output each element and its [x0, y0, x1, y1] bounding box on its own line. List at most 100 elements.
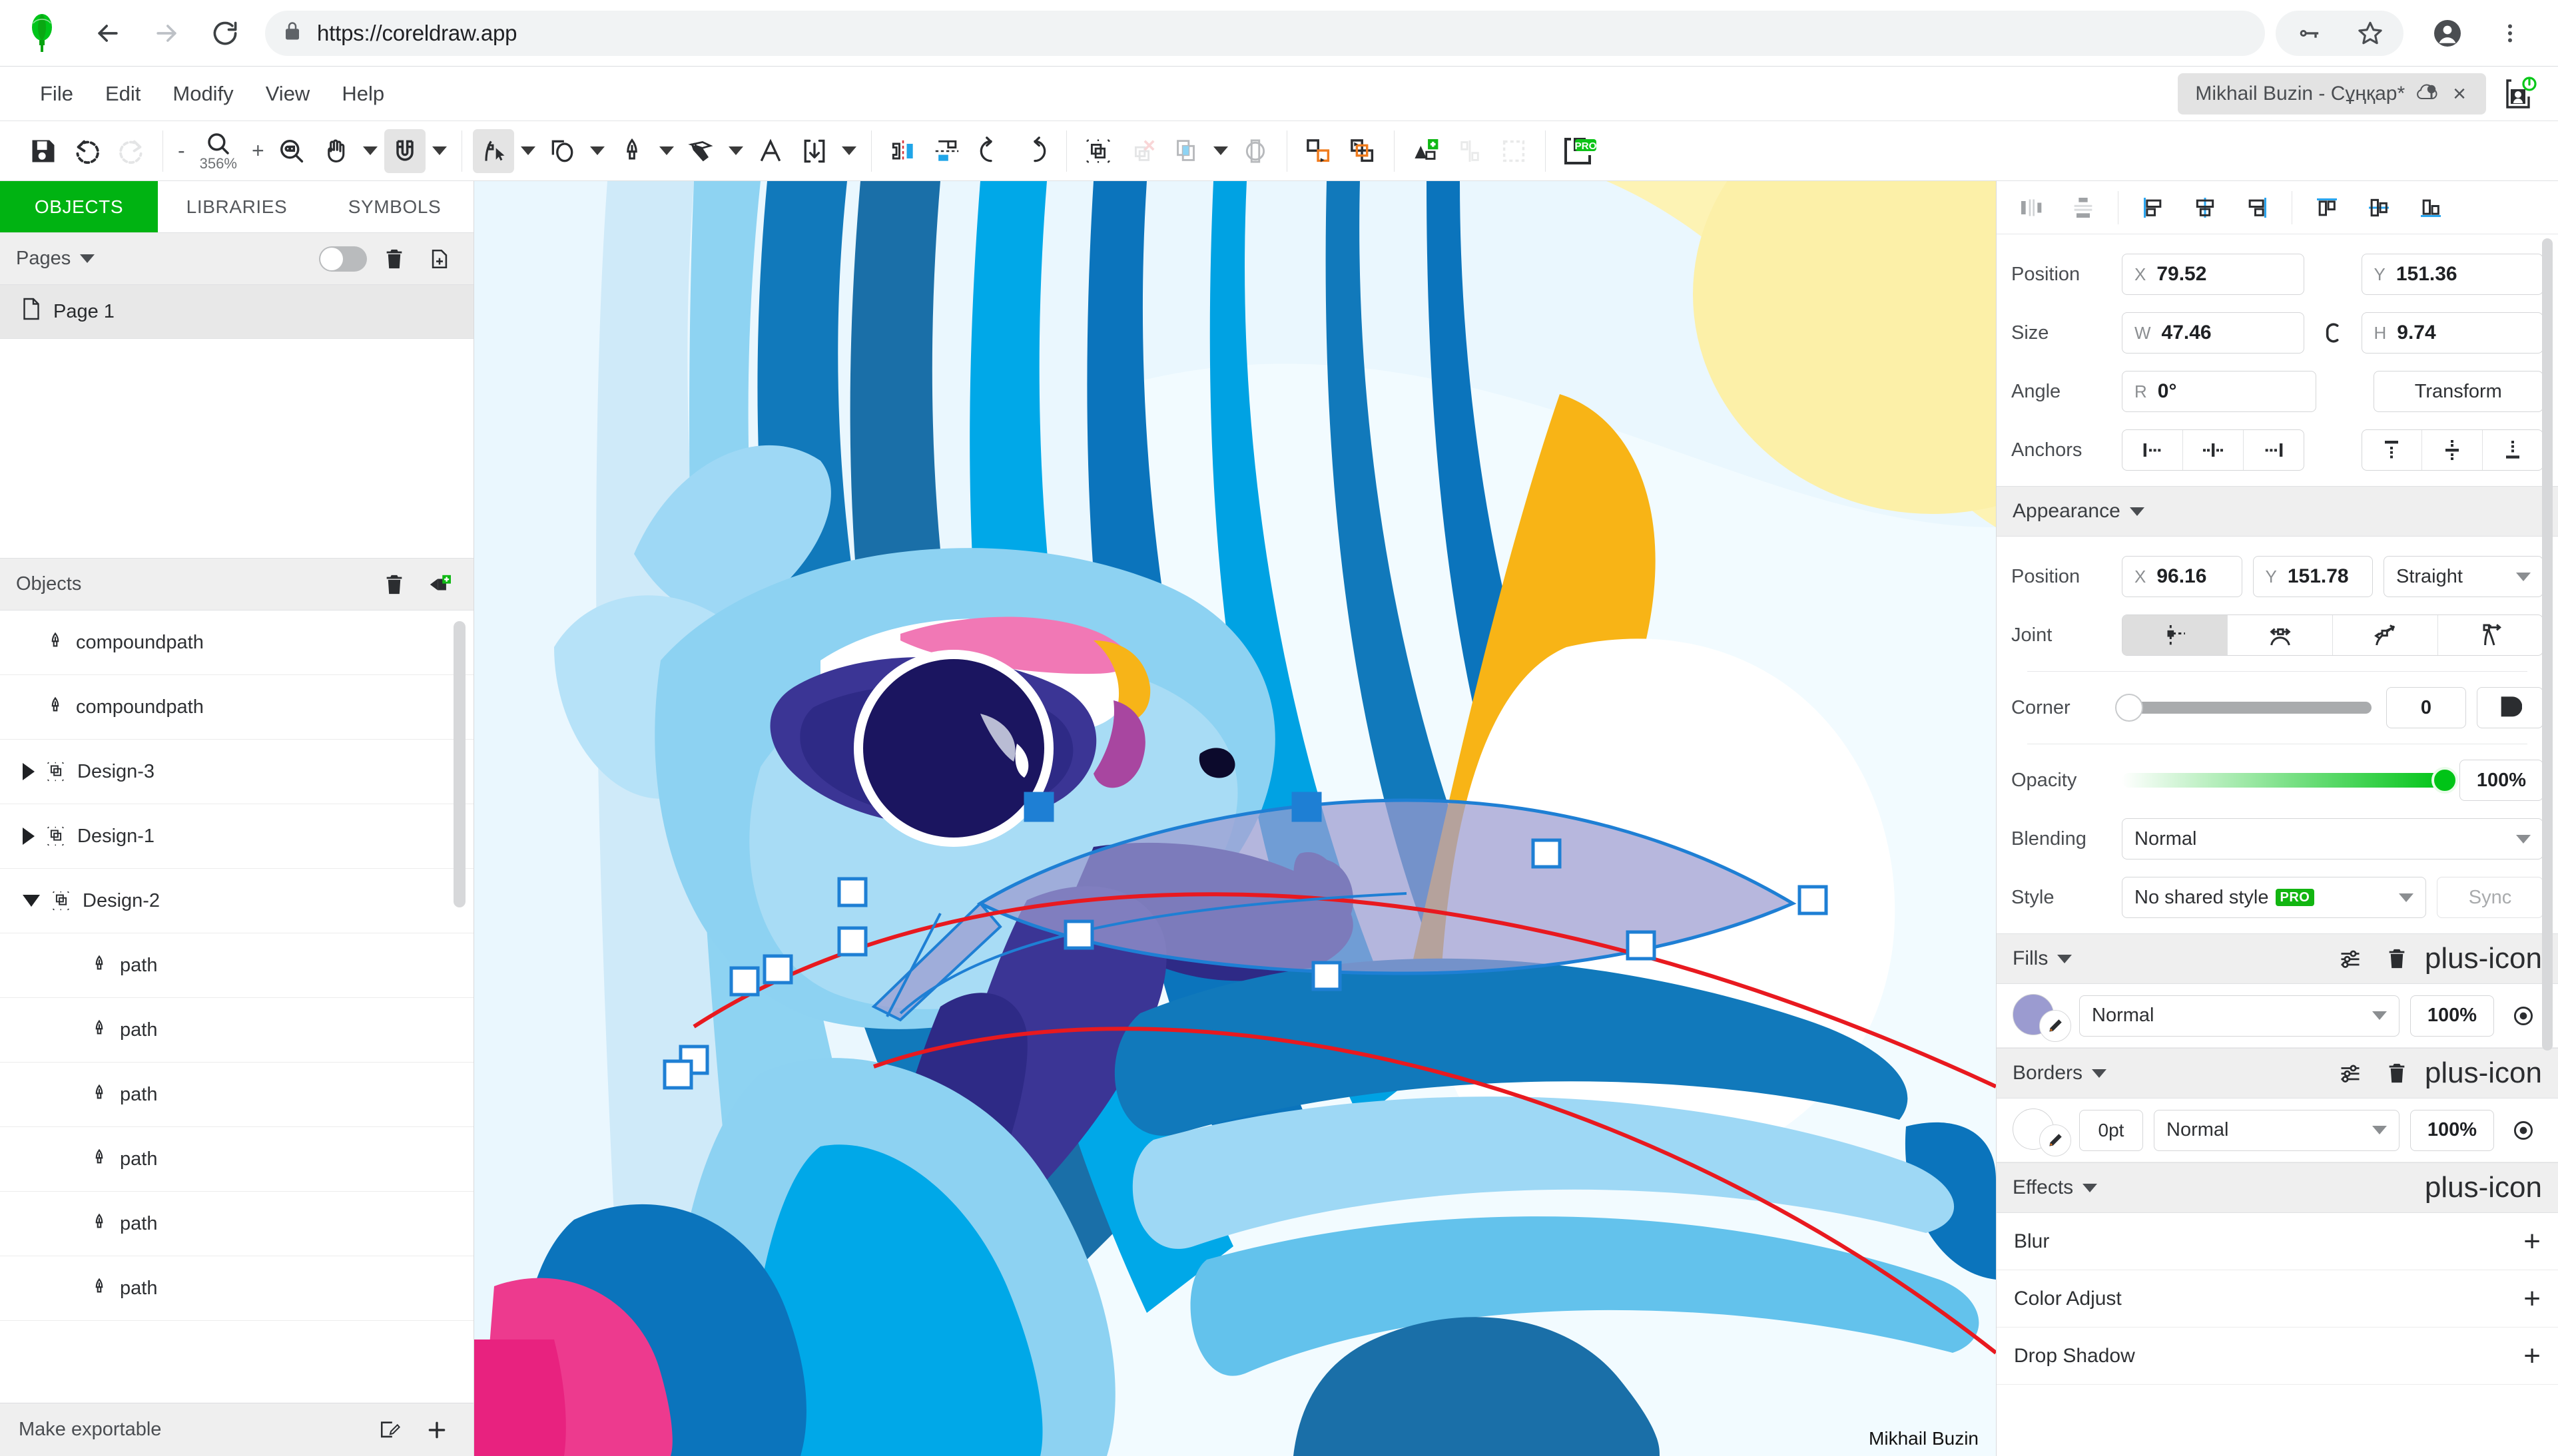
opacity-value-field[interactable]: 100%: [2459, 760, 2543, 801]
trash-icon[interactable]: [2378, 1055, 2415, 1092]
trash-icon[interactable]: [2378, 940, 2415, 977]
eye-icon[interactable]: [2505, 1112, 2542, 1149]
add-page-icon[interactable]: [422, 241, 458, 277]
zoom-in-button[interactable]: +: [248, 138, 268, 163]
object-row[interactable]: path: [0, 933, 474, 998]
address-bar[interactable]: https://coreldraw.app: [265, 10, 2265, 56]
align-left-icon[interactable]: [2129, 188, 2177, 228]
pen-tool-chevron-down-icon[interactable]: [655, 129, 678, 173]
align-top-icon[interactable]: [2303, 188, 2351, 228]
reload-button[interactable]: [196, 4, 254, 63]
joint-asymmetric-icon[interactable]: [2438, 615, 2543, 655]
object-row[interactable]: path: [0, 1256, 474, 1321]
node-tool-chevron-down-icon[interactable]: [517, 129, 539, 173]
simplify-path-icon[interactable]: [1449, 129, 1490, 173]
fill-color-swatch[interactable]: [2013, 993, 2071, 1042]
hand-tool-icon[interactable]: [315, 129, 356, 173]
width-field[interactable]: W 47.46: [2122, 312, 2304, 354]
eraser-chevron-down-icon[interactable]: [725, 129, 747, 173]
opacity-slider[interactable]: [2122, 767, 2458, 794]
right-panel-scrollbar[interactable]: [2542, 238, 2553, 1051]
border-color-swatch[interactable]: [2013, 1107, 2071, 1156]
corner-slider-knob[interactable]: [2115, 694, 2144, 722]
node-type-select[interactable]: Straight: [2384, 556, 2543, 597]
zoom-selection-icon[interactable]: [271, 129, 312, 173]
pen-tool-icon[interactable]: [611, 129, 653, 173]
position-x-field[interactable]: X 79.52: [2122, 254, 2304, 295]
angle-field[interactable]: R 0°: [2122, 371, 2316, 412]
convert-to-curves-icon[interactable]: [1405, 129, 1446, 173]
objects-list[interactable]: compoundpath compoundpath Design-3 Design-1…: [0, 610, 474, 1403]
transform-button[interactable]: Transform: [2373, 371, 2543, 412]
combine-chevron-down-icon[interactable]: [1209, 129, 1232, 173]
distribute-vertical-icon[interactable]: [2059, 188, 2107, 228]
align-right-icon[interactable]: [2233, 188, 2281, 228]
rotate-right-icon[interactable]: [1014, 129, 1056, 173]
align-center-horizontal-icon[interactable]: [2181, 188, 2229, 228]
import-icon[interactable]: [794, 129, 835, 173]
plus-icon[interactable]: [419, 1412, 455, 1448]
eye-icon[interactable]: [2505, 997, 2542, 1035]
marquee-select-icon[interactable]: [1493, 129, 1534, 173]
flip-vertical-icon[interactable]: [926, 129, 968, 173]
flip-horizontal-icon[interactable]: [882, 129, 924, 173]
sliders-icon[interactable]: [2332, 940, 2369, 977]
effect-row[interactable]: Color Adjust +: [1997, 1270, 2558, 1328]
fills-chevron-down-icon[interactable]: [2057, 954, 2073, 963]
trash-icon[interactable]: [376, 567, 412, 603]
chevron-right-icon[interactable]: [23, 763, 35, 780]
anchor-left-icon[interactable]: [2122, 430, 2183, 470]
hand-tool-chevron-down-icon[interactable]: [359, 129, 382, 173]
border-blend-select[interactable]: Normal: [2154, 1109, 2399, 1151]
fill-opacity-field[interactable]: 100%: [2410, 995, 2494, 1037]
account-avatar-icon[interactable]: [2418, 4, 2477, 63]
close-document-icon[interactable]: ×: [2450, 83, 2469, 105]
save-icon[interactable]: [23, 129, 64, 173]
import-chevron-down-icon[interactable]: [838, 129, 860, 173]
canvas-area[interactable]: Mikhail Buzin: [474, 181, 1996, 1456]
anchor-top-icon[interactable]: [2362, 430, 2423, 470]
object-row[interactable]: path: [0, 998, 474, 1063]
bring-forward-icon[interactable]: [1298, 129, 1339, 173]
add-layer-icon[interactable]: [422, 567, 458, 603]
add-effect-row-icon[interactable]: +: [2523, 1226, 2541, 1256]
document-tab[interactable]: Mikhail Buzin - Сұңқар* ×: [2178, 73, 2486, 115]
trash-icon[interactable]: [376, 241, 412, 277]
object-row[interactable]: path: [0, 1192, 474, 1256]
group-icon[interactable]: [1078, 129, 1119, 173]
tab-symbols[interactable]: SYMBOLS: [316, 181, 474, 232]
effect-row[interactable]: Drop Shadow +: [1997, 1328, 2558, 1385]
anchor-right-icon[interactable]: [2244, 430, 2304, 470]
blending-select[interactable]: Normal: [2122, 818, 2543, 859]
joint-cusp-icon[interactable]: [2122, 615, 2228, 655]
add-fill-icon[interactable]: plus-icon: [2425, 944, 2542, 973]
export-pro-icon[interactable]: PRO: [1556, 129, 1602, 173]
undo-icon[interactable]: [67, 129, 108, 173]
opacity-slider-knob[interactable]: [2431, 767, 2458, 794]
snap-magnet-icon[interactable]: [384, 128, 426, 173]
shape-tool-icon[interactable]: [542, 129, 583, 173]
pages-collapse-chevron-down-icon[interactable]: [80, 254, 95, 263]
menu-help[interactable]: Help: [327, 75, 399, 113]
joint-symmetric-icon[interactable]: [2228, 615, 2333, 655]
shared-style-select[interactable]: No shared style PRO: [2122, 877, 2426, 918]
redo-icon[interactable]: [111, 129, 152, 173]
object-row[interactable]: path: [0, 1063, 474, 1127]
eyedropper-icon[interactable]: [2039, 1124, 2071, 1156]
add-border-icon[interactable]: plus-icon: [2425, 1059, 2542, 1088]
tab-objects[interactable]: OBJECTS: [0, 181, 158, 232]
add-effect-icon[interactable]: plus-icon: [2425, 1173, 2542, 1202]
node-y-field[interactable]: Y 151.78: [2252, 556, 2373, 597]
send-backward-icon[interactable]: [1342, 129, 1383, 173]
chevron-down-icon[interactable]: [23, 895, 40, 907]
add-effect-row-icon[interactable]: +: [2523, 1341, 2541, 1371]
anchor-bottom-icon[interactable]: [2483, 430, 2543, 470]
rotate-left-icon[interactable]: [970, 129, 1012, 173]
effect-row[interactable]: Blur +: [1997, 1213, 2558, 1270]
chevron-right-icon[interactable]: [23, 828, 35, 845]
object-row[interactable]: compoundpath: [0, 675, 474, 740]
artwork-falcon-illustration[interactable]: [474, 181, 1996, 1456]
key-icon[interactable]: [2280, 4, 2338, 63]
forward-button[interactable]: [137, 4, 196, 63]
borders-chevron-down-icon[interactable]: [2092, 1069, 2107, 1078]
